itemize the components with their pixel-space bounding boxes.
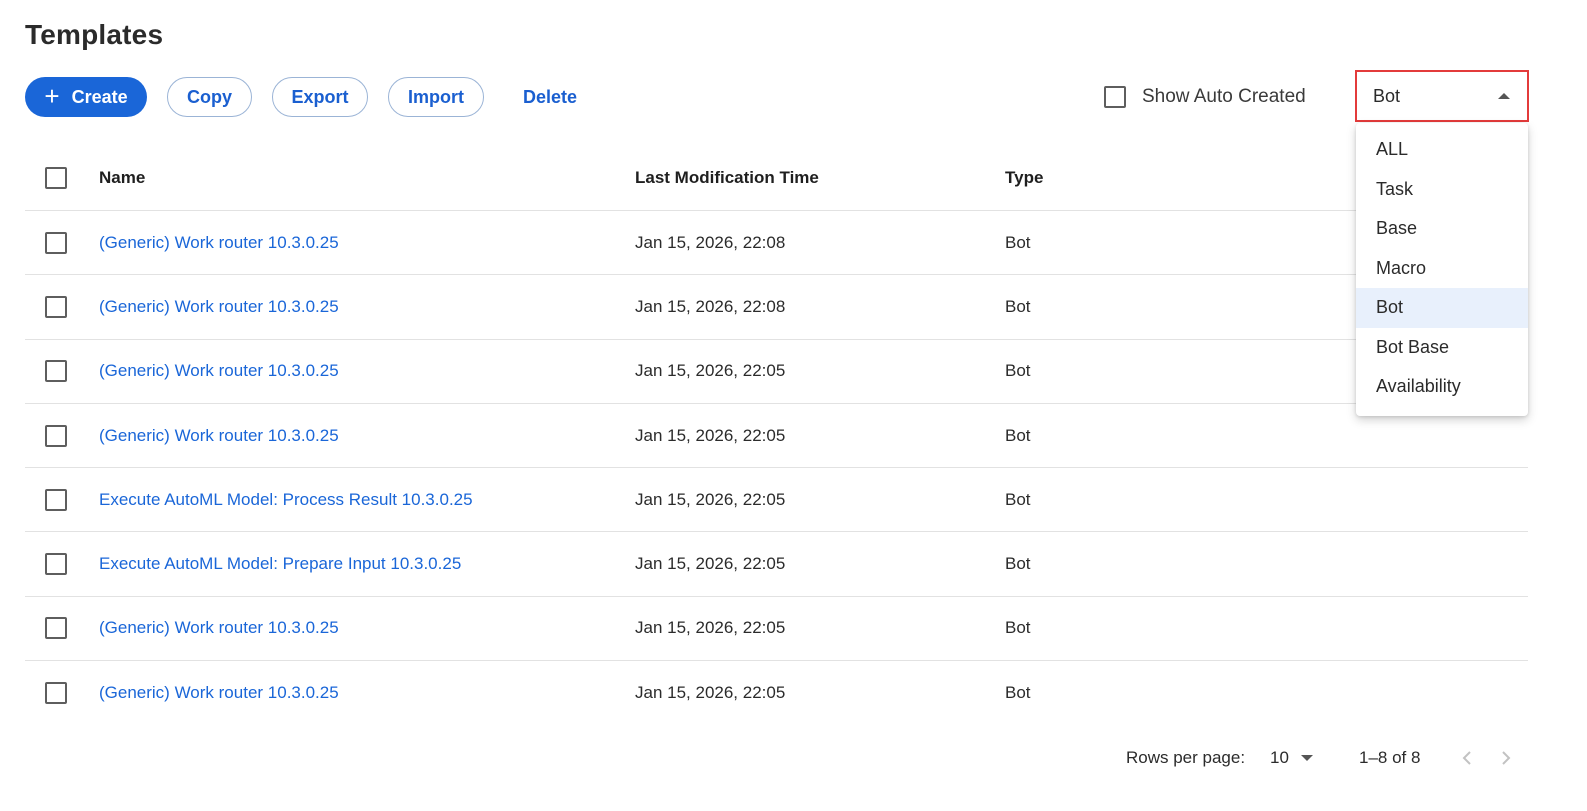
type-option-bot-base[interactable]: Bot Base bbox=[1356, 328, 1528, 368]
row-type: Bot bbox=[1005, 425, 1031, 445]
row-checkbox-cell bbox=[45, 340, 67, 403]
show-auto-created-checkbox[interactable] bbox=[1104, 86, 1126, 108]
row-time: Jan 15, 2026, 22:05 bbox=[635, 554, 786, 574]
toolbar: + Create Copy Export Import Delete bbox=[25, 77, 596, 117]
page-title: Templates bbox=[25, 19, 164, 50]
type-option-bot[interactable]: Bot bbox=[1356, 288, 1528, 328]
row-checkbox[interactable] bbox=[45, 488, 67, 511]
show-auto-created-toggle[interactable]: Show Auto Created bbox=[1104, 84, 1306, 110]
pagination-range: 1–8 of 8 bbox=[1359, 748, 1421, 767]
row-checkbox-cell bbox=[45, 211, 67, 274]
template-name-link[interactable]: (Generic) Work router 10.3.0.25 bbox=[99, 618, 339, 638]
caret-down-icon bbox=[1300, 755, 1313, 761]
template-name-link[interactable]: (Generic) Work router 10.3.0.25 bbox=[99, 233, 339, 253]
row-checkbox-cell bbox=[45, 532, 67, 595]
row-type: Bot bbox=[1005, 232, 1031, 252]
template-name-link[interactable]: Execute AutoML Model: Process Result 10.… bbox=[99, 490, 473, 510]
row-type: Bot bbox=[1005, 361, 1031, 381]
create-button-label: Create bbox=[71, 86, 128, 107]
type-option-base[interactable]: Base bbox=[1356, 209, 1528, 249]
table-row: Execute AutoML Model: Process Result 10.… bbox=[25, 468, 1528, 533]
chevron-left-icon bbox=[1462, 751, 1471, 765]
row-name-cell: (Generic) Work router 10.3.0.25 bbox=[99, 275, 339, 338]
row-type: Bot bbox=[1005, 554, 1031, 574]
table-row: (Generic) Work router 10.3.0.25 Jan 15, … bbox=[25, 597, 1528, 662]
row-checkbox-cell bbox=[45, 468, 67, 531]
row-name-cell: (Generic) Work router 10.3.0.25 bbox=[99, 340, 339, 403]
row-name-cell: (Generic) Work router 10.3.0.25 bbox=[99, 597, 339, 660]
template-name-link[interactable]: (Generic) Work router 10.3.0.25 bbox=[99, 426, 339, 446]
row-time: Jan 15, 2026, 22:05 bbox=[635, 425, 786, 445]
rows-per-page-select[interactable]: 10 bbox=[1270, 748, 1313, 768]
templates-table: Name Last Modification Time Type (Generi… bbox=[25, 145, 1528, 725]
table-header: Name Last Modification Time Type bbox=[25, 145, 1528, 211]
create-button[interactable]: + Create bbox=[25, 77, 147, 117]
row-time: Jan 15, 2026, 22:05 bbox=[635, 489, 786, 509]
row-checkbox[interactable] bbox=[45, 617, 67, 640]
type-filter-select[interactable]: Bot bbox=[1355, 70, 1529, 122]
row-checkbox-cell bbox=[45, 404, 67, 467]
type-option-macro[interactable]: Macro bbox=[1356, 249, 1528, 289]
row-checkbox-cell bbox=[45, 597, 67, 660]
row-name-cell: (Generic) Work router 10.3.0.25 bbox=[99, 404, 339, 467]
copy-button[interactable]: Copy bbox=[167, 77, 252, 117]
row-time: Jan 15, 2026, 22:08 bbox=[635, 296, 786, 316]
row-checkbox[interactable] bbox=[45, 231, 67, 254]
template-name-link[interactable]: (Generic) Work router 10.3.0.25 bbox=[99, 361, 339, 381]
row-time: Jan 15, 2026, 22:05 bbox=[635, 683, 786, 703]
row-name-cell: (Generic) Work router 10.3.0.25 bbox=[99, 211, 339, 274]
type-option-all[interactable]: ALL bbox=[1356, 130, 1528, 170]
templates-page: Templates + Create Copy Export Import De… bbox=[0, 0, 1587, 811]
row-checkbox[interactable] bbox=[45, 682, 67, 705]
row-checkbox-cell bbox=[45, 275, 67, 338]
table-row: (Generic) Work router 10.3.0.25 Jan 15, … bbox=[25, 404, 1528, 469]
row-time: Jan 15, 2026, 22:08 bbox=[635, 232, 786, 252]
select-all-checkbox[interactable] bbox=[45, 166, 67, 189]
table-row: (Generic) Work router 10.3.0.25 Jan 15, … bbox=[25, 275, 1528, 340]
row-time: Jan 15, 2026, 22:05 bbox=[635, 618, 786, 638]
delete-button[interactable]: Delete bbox=[504, 77, 596, 117]
next-page-button[interactable] bbox=[1494, 745, 1518, 771]
previous-page-button[interactable] bbox=[1455, 745, 1479, 771]
template-name-link[interactable]: (Generic) Work router 10.3.0.25 bbox=[99, 683, 339, 703]
select-all-cell bbox=[45, 145, 67, 210]
row-name-cell: Execute AutoML Model: Prepare Input 10.3… bbox=[99, 532, 461, 595]
type-filter-dropdown: ALL Task Base Macro Bot Bot Base Availab… bbox=[1356, 123, 1528, 416]
caret-up-icon bbox=[1498, 93, 1510, 99]
plus-icon: + bbox=[44, 80, 60, 111]
row-time: Jan 15, 2026, 22:05 bbox=[635, 361, 786, 381]
table-row: (Generic) Work router 10.3.0.25 Jan 15, … bbox=[25, 661, 1528, 725]
row-checkbox-cell bbox=[45, 661, 67, 725]
table-row: Execute AutoML Model: Prepare Input 10.3… bbox=[25, 532, 1528, 597]
row-checkbox[interactable] bbox=[45, 360, 67, 383]
type-filter-value: Bot bbox=[1373, 85, 1401, 106]
row-checkbox[interactable] bbox=[45, 553, 67, 576]
show-auto-created-label: Show Auto Created bbox=[1142, 86, 1306, 107]
template-name-link[interactable]: Execute AutoML Model: Prepare Input 10.3… bbox=[99, 554, 461, 574]
row-name-cell: Execute AutoML Model: Process Result 10.… bbox=[99, 468, 473, 531]
row-checkbox[interactable] bbox=[45, 295, 67, 318]
column-header-type[interactable]: Type bbox=[1005, 145, 1043, 210]
row-name-cell: (Generic) Work router 10.3.0.25 bbox=[99, 661, 339, 725]
export-button[interactable]: Export bbox=[272, 77, 368, 117]
type-option-task[interactable]: Task bbox=[1356, 170, 1528, 210]
template-name-link[interactable]: (Generic) Work router 10.3.0.25 bbox=[99, 297, 339, 317]
row-type: Bot bbox=[1005, 618, 1031, 638]
table-row: (Generic) Work router 10.3.0.25 Jan 15, … bbox=[25, 340, 1528, 404]
row-type: Bot bbox=[1005, 683, 1031, 703]
type-option-availability[interactable]: Availability bbox=[1356, 367, 1528, 407]
pagination: Rows per page: 10 1–8 of 8 bbox=[0, 745, 1587, 771]
column-header-time[interactable]: Last Modification Time bbox=[635, 145, 819, 210]
column-header-name[interactable]: Name bbox=[99, 145, 145, 210]
rows-per-page-value: 10 bbox=[1270, 748, 1289, 767]
row-checkbox[interactable] bbox=[45, 424, 67, 447]
rows-per-page-label: Rows per page: bbox=[1126, 748, 1246, 767]
chevron-right-icon bbox=[1502, 751, 1511, 765]
row-type: Bot bbox=[1005, 296, 1031, 316]
import-button[interactable]: Import bbox=[388, 77, 484, 117]
row-type: Bot bbox=[1005, 489, 1031, 509]
table-row: (Generic) Work router 10.3.0.25 Jan 15, … bbox=[25, 211, 1528, 276]
